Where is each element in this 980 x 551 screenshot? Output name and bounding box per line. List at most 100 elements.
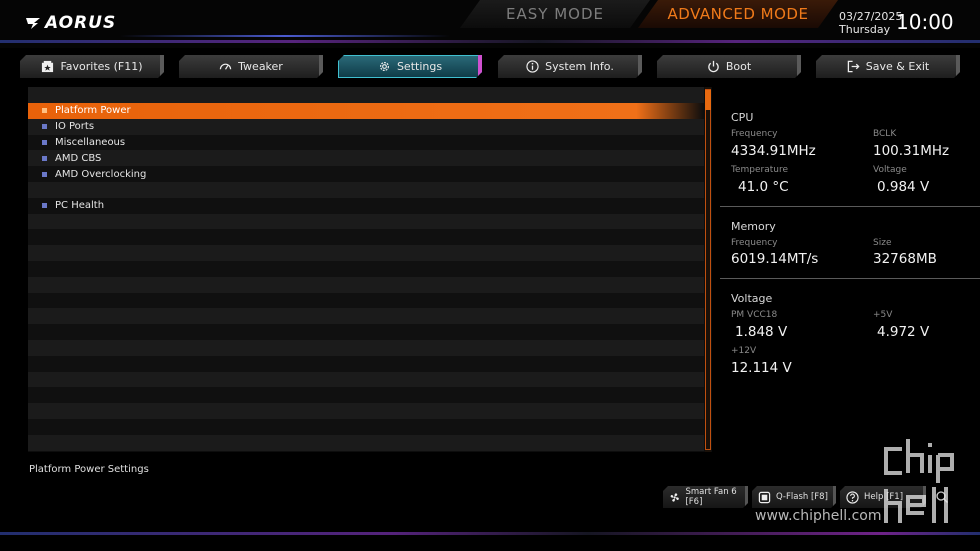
chiphell-watermark-logo <box>884 439 954 523</box>
plus12v-label: +12V <box>731 346 757 356</box>
bullet-icon <box>42 171 47 177</box>
list-row-empty <box>28 355 704 372</box>
menu-item-miscellaneous[interactable]: Miscellaneous <box>28 134 704 151</box>
bullet-icon <box>42 155 47 161</box>
power-icon <box>707 60 720 73</box>
cpu-voltage-value: 0.984 V <box>877 179 930 195</box>
list-row-empty <box>28 434 704 451</box>
settings-list: Platform Power IO Ports Miscellaneous AM… <box>28 87 712 452</box>
aorus-eagle-icon <box>26 18 40 29</box>
tab-label: Settings <box>396 60 443 73</box>
brand-name: AORUS <box>45 13 117 33</box>
tab-favorites[interactable]: Favorites (F11) <box>20 55 164 78</box>
favorites-icon <box>41 60 54 73</box>
date-display: 03/27/2025 Thursday <box>839 10 902 36</box>
qflash-button[interactable]: Q-Flash [F8] <box>752 486 836 508</box>
tab-settings[interactable]: Settings <box>338 55 482 78</box>
pm-vcc18-label: PM VCC18 <box>731 310 778 320</box>
bclk-label: BCLK <box>873 129 897 139</box>
tab-tweaker[interactable]: Tweaker <box>179 55 323 78</box>
cpu-section-title: CPU <box>731 111 754 124</box>
menu-item-pc-health[interactable]: PC Health <box>28 197 704 214</box>
smart-fan-button[interactable]: Smart Fan 6 [F6] <box>663 486 748 508</box>
tab-system-info[interactable]: System Info. <box>498 55 642 78</box>
info-icon <box>526 60 539 73</box>
tab-edge <box>319 55 323 78</box>
list-scrollbar[interactable] <box>705 87 711 452</box>
tab-edge <box>956 55 960 78</box>
tab-edge <box>638 55 642 78</box>
list-row-empty <box>28 324 704 340</box>
plus5v-label: +5V <box>873 310 893 320</box>
tab-label: Boot <box>725 60 752 73</box>
list-row-empty <box>28 403 704 419</box>
cpu-temperature-value: 41.0 °C <box>738 179 789 195</box>
tab-edge <box>478 55 482 78</box>
weekday: Thursday <box>839 23 891 36</box>
watermark-url: www.chiphell.com <box>755 508 882 524</box>
voltage-section-title: Voltage <box>731 292 773 305</box>
plus12v-value: 12.114 V <box>731 360 792 376</box>
list-row-empty <box>28 339 704 356</box>
cpu-voltage-label: Voltage <box>873 165 907 175</box>
menu-item-label: AMD CBS <box>55 152 102 164</box>
scrollbar-thumb[interactable] <box>705 90 711 110</box>
plus5v-value: 4.972 V <box>877 324 930 340</box>
menu-item-io-ports[interactable]: IO Ports <box>28 118 704 135</box>
section-divider <box>720 278 980 279</box>
memory-size-value: 32768MB <box>873 251 937 267</box>
tab-boot[interactable]: Boot <box>657 55 801 78</box>
list-row-empty <box>28 213 704 230</box>
bullet-icon <box>42 139 47 145</box>
bullet-icon <box>42 203 47 209</box>
list-row-empty <box>28 387 704 404</box>
memory-frequency-label: Frequency <box>731 238 778 248</box>
tab-edge <box>160 55 164 78</box>
menu-item-label: Miscellaneous <box>55 136 126 148</box>
list-row-empty <box>28 181 704 198</box>
tab-save-exit[interactable]: Save & Exit <box>816 55 960 78</box>
clock[interactable]: 10:00 <box>896 10 954 34</box>
qflash-label: Q-Flash [F8] <box>776 492 828 502</box>
section-divider <box>720 206 980 207</box>
button-edge <box>745 486 748 508</box>
footer-streak <box>0 532 980 535</box>
menu-item-label: PC Health <box>55 200 105 212</box>
pm-vcc18-value: 1.848 V <box>735 324 788 340</box>
list-row-empty <box>28 418 704 435</box>
menu-item-label: Platform Power <box>55 105 131 117</box>
menu-item-amd-cbs[interactable]: AMD CBS <box>28 150 704 167</box>
header-streak <box>0 40 980 43</box>
bclk-value: 100.31MHz <box>873 143 950 159</box>
exit-icon <box>847 60 860 73</box>
scrollbar-track <box>705 89 711 450</box>
fan-icon <box>669 491 680 504</box>
list-row-empty <box>28 276 704 293</box>
header-streak-accent <box>120 35 450 37</box>
bullet-icon <box>42 124 47 130</box>
cpu-frequency-label: Frequency <box>731 129 778 139</box>
bullet-icon <box>42 108 47 114</box>
date: 03/27/2025 <box>839 10 903 23</box>
menu-item-platform-power[interactable]: Platform Power <box>28 103 704 119</box>
cpu-frequency-value: 4334.91MHz <box>731 143 816 159</box>
list-row-empty <box>28 371 704 388</box>
menu-item-label: AMD Overclocking <box>55 168 147 180</box>
smart-fan-label: Smart Fan 6 [F6] <box>685 487 737 507</box>
menu-item-label: IO Ports <box>55 121 95 133</box>
tab-edge <box>797 55 801 78</box>
memory-size-label: Size <box>873 238 892 248</box>
menu-item-amd-overclocking[interactable]: AMD Overclocking <box>28 166 704 182</box>
button-edge <box>833 486 836 508</box>
tab-label: Tweaker <box>238 60 283 73</box>
tab-label: Save & Exit <box>865 60 930 73</box>
gear-icon <box>378 60 391 73</box>
top-header: AORUS EASY MODE ADVANCED MODE 03/27/2025… <box>0 0 980 48</box>
advanced-mode-button[interactable]: ADVANCED MODE <box>638 0 838 28</box>
help-icon <box>846 491 859 504</box>
aorus-logo: AORUS <box>25 12 116 34</box>
tab-label: System Info. <box>545 60 614 73</box>
item-description: Platform Power Settings <box>29 464 149 475</box>
list-row-empty <box>28 308 704 325</box>
easy-mode-button[interactable]: EASY MODE <box>460 0 650 28</box>
